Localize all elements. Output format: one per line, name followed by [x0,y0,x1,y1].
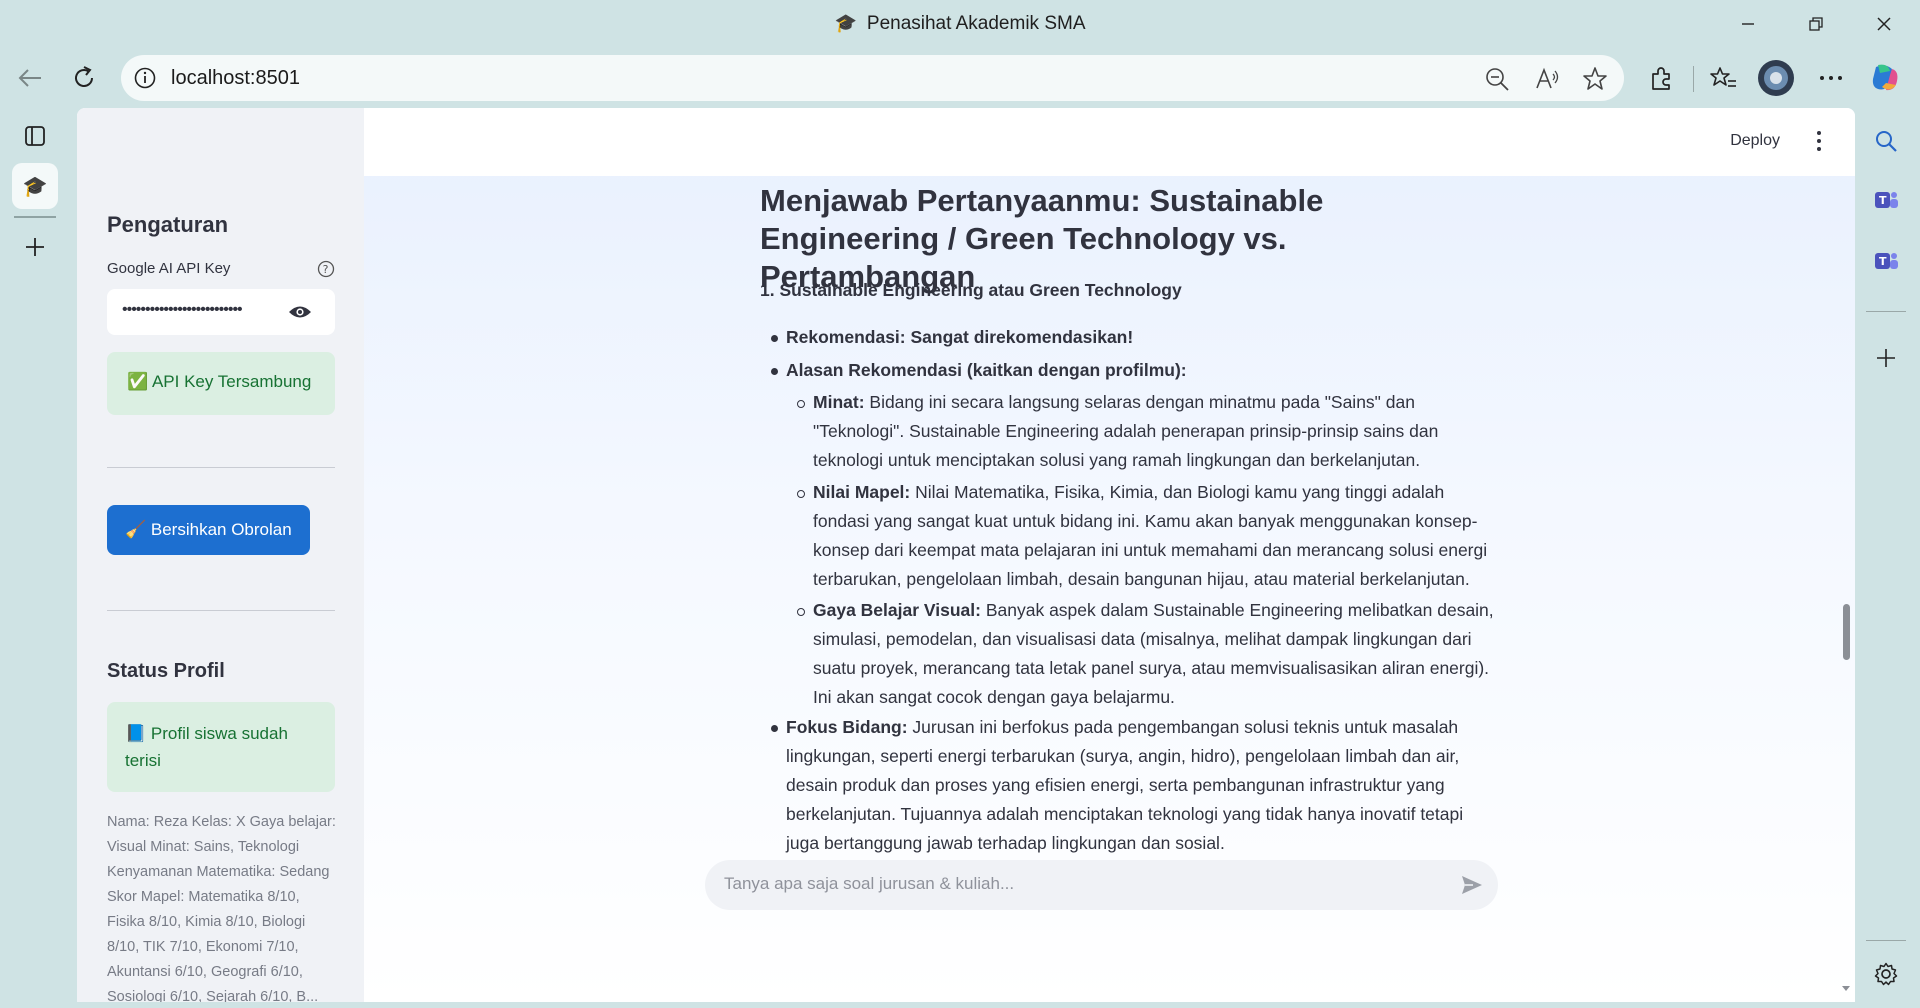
ellipsis-icon [1820,76,1842,80]
window-title: Penasihat Akademik SMA [866,13,1086,34]
teams-button-2[interactable]: T [1860,239,1912,283]
bullet-circle [797,490,805,498]
favorites-button[interactable] [1703,60,1743,96]
search-icon [1876,131,1897,152]
bullet-dot [771,335,778,342]
back-button[interactable] [10,60,50,96]
sidebar-divider [107,467,335,468]
info-icon[interactable] [133,66,157,95]
list-item-focus: Fokus Bidang: Jurusan ini berfokus pada … [786,717,1464,853]
list-item-recommendation: Rekomendasi: Sangat direkomendasikan! [786,327,1134,347]
url-text[interactable]: localhost:8501 [171,67,300,90]
extensions-button[interactable] [1641,60,1681,96]
section-title: 1. Sustainable Engineering atau Green Te… [760,280,1182,300]
eye-icon[interactable] [288,303,312,321]
plus-icon [1877,349,1895,367]
edge-rail-divider [1866,311,1906,312]
deploy-button[interactable]: Deploy [1730,132,1780,150]
chat-input[interactable]: Tanya apa saja soal jurusan & kuliah... [705,860,1498,910]
new-tab-button[interactable] [12,224,58,270]
bullet-circle [797,400,805,408]
minimize-icon [1742,23,1754,25]
api-key-label: Google AI API Key [107,260,231,277]
list-item-interest: Minat: Bidang ini secara langsung selara… [813,392,1439,470]
scrollbar-thumb[interactable] [1843,604,1850,660]
graduation-cap-icon: 🎓 [834,13,857,33]
zoom-out-icon[interactable] [1484,66,1510,97]
sidebar-settings-button[interactable] [1860,952,1912,996]
list-item-learning-style: Gaya Belajar Visual: Banyak aspek dalam … [813,600,1494,707]
bullet-circle [797,608,805,616]
address-bar[interactable]: localhost:8501 [121,55,1624,101]
puzzle-icon [1652,67,1670,90]
profile-status-text: 📘 Profil siswa sudah terisi [125,724,288,770]
window-titlebar: 🎓 Penasihat Akademik SMA [0,0,1920,50]
profile-avatar[interactable] [1756,60,1796,96]
copilot-button[interactable] [1865,60,1905,96]
browser-toolbar: localhost:8501 [0,50,1920,106]
reload-icon [75,66,93,87]
profile-status-alert: 📘 Profil siswa sudah terisi [107,702,335,792]
settings-heading: Pengaturan [107,212,229,237]
teams-icon: T [1875,192,1898,208]
arrow-left-icon [18,69,41,87]
edge-rail-divider-bottom [1866,940,1906,941]
bullet-dot [771,368,778,375]
tab-actions-button[interactable] [12,113,58,159]
graduation-cap-icon: 🎓 [22,175,48,198]
sidebar-divider [107,610,335,611]
main-content: Deploy Menjawab Pertanyaanmu: Sustainabl… [364,108,1855,1002]
help-icon[interactable]: ? [317,260,335,278]
profile-status-heading: Status Profil [107,660,225,682]
vertical-tab-active[interactable]: 🎓 [12,163,58,209]
close-icon [1877,17,1891,31]
svg-text:T: T [1879,194,1887,207]
toolbar-divider [1693,66,1694,92]
add-sidebar-app-button[interactable] [1860,336,1912,380]
main-menu-icon[interactable] [1809,128,1829,154]
tabs-icon [25,126,45,146]
favorite-star-icon[interactable] [1582,66,1608,97]
app-sidebar: Pengaturan Google AI API Key ? •••••••••… [77,108,364,1002]
send-icon[interactable] [1460,873,1484,897]
window-title-group: 🎓 Penasihat Akademik SMA [0,13,1920,35]
more-options-button[interactable] [1811,60,1851,96]
rail-divider [14,216,56,218]
chat-input-placeholder: Tanya apa saja soal jurusan & kuliah... [724,874,1015,893]
teams-button[interactable]: T [1860,178,1912,222]
read-aloud-icon[interactable] [1534,66,1560,97]
copilot-icon [1872,64,1898,91]
svg-text:?: ? [323,263,329,276]
profile-details: Nama: Reza Kelas: X Gaya belajar: Visual… [107,814,336,1002]
svg-text:T: T [1879,255,1887,268]
gear-icon [1874,962,1898,986]
list-item-grades: Nilai Mapel: Nilai Matematika, Fisika, K… [813,482,1488,589]
reload-button[interactable] [64,60,104,96]
api-key-value: •••••••••••••••••••••••••• [122,301,243,318]
close-window-button[interactable] [1856,8,1912,40]
list-item-reasons: Alasan Rekomendasi (kaitkan dengan profi… [786,360,1187,380]
app-header: Deploy [364,108,1855,176]
api-status-text: ✅ API Key Tersambung [127,372,312,391]
plus-icon [26,238,44,256]
clear-chat-button[interactable]: 🧹 Bersihkan Obrolan [107,505,310,555]
scroll-down-icon[interactable] [1841,985,1851,993]
search-sidebar-button[interactable] [1860,119,1912,163]
restore-button[interactable] [1788,8,1844,40]
minimize-button[interactable] [1720,8,1776,40]
favorites-icon [1710,67,1736,87]
teams-icon: T [1875,253,1898,269]
restore-icon [1809,17,1823,31]
api-key-input[interactable]: •••••••••••••••••••••••••• [107,289,335,335]
app-viewport: Pengaturan Google AI API Key ? •••••••••… [77,108,1855,1002]
api-status-alert: ✅ API Key Tersambung [107,352,335,415]
avatar-icon [1758,60,1794,96]
bullet-dot [771,725,778,732]
